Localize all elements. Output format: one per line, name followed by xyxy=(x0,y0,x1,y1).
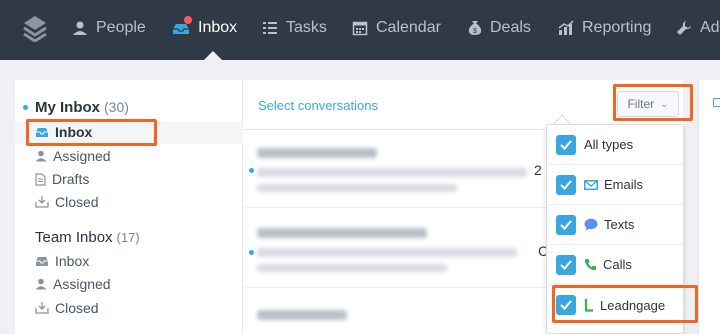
checkbox-checked[interactable] xyxy=(556,134,576,155)
checkbox-checked[interactable] xyxy=(556,214,576,235)
wrench-icon xyxy=(677,20,691,35)
nav-inbox[interactable]: Inbox xyxy=(172,0,237,55)
sidebar-item-label: Assigned xyxy=(53,276,111,292)
filter-option-texts[interactable]: Texts xyxy=(547,205,683,245)
sidebar-item-my-closed[interactable]: Closed xyxy=(35,192,99,212)
my-inbox-title: My Inbox xyxy=(35,99,101,116)
conversation-detail-pane-edge xyxy=(698,80,720,334)
closed-tray-icon xyxy=(35,302,49,314)
unread-dot xyxy=(23,105,28,110)
sidebar-item-label: Inbox xyxy=(55,253,90,269)
sidebar-item-my-assigned[interactable]: Assigned xyxy=(35,146,111,166)
unread-dot xyxy=(249,250,254,255)
nav-people[interactable]: People xyxy=(72,0,146,55)
bar-chart-icon xyxy=(558,19,574,35)
sidebar-item-label: Closed xyxy=(55,194,99,210)
nav-admin[interactable]: Ad xyxy=(676,0,720,55)
nav-admin-label: Ad xyxy=(700,18,720,36)
sidebar-item-team-assigned[interactable]: Assigned xyxy=(35,274,111,294)
person-icon xyxy=(73,21,87,35)
blurred-preview xyxy=(257,248,517,257)
document-icon xyxy=(35,172,46,186)
checkmark-icon xyxy=(560,219,572,230)
nav-deals[interactable]: $ Deals xyxy=(468,0,531,55)
blurred-sender xyxy=(257,310,347,320)
filter-option-label: Calls xyxy=(603,257,632,272)
envelope-icon xyxy=(713,98,720,107)
nav-tasks[interactable]: Tasks xyxy=(262,0,327,55)
filter-option-label: All types xyxy=(584,137,634,152)
person-icon xyxy=(35,278,47,290)
filter-option-label: Emails xyxy=(604,177,644,192)
filter-option-emails[interactable]: Emails xyxy=(547,165,683,205)
active-nav-caret xyxy=(204,51,222,60)
calendar-icon xyxy=(352,21,368,35)
sidebar-item-label: Drafts xyxy=(52,171,90,187)
filter-option-all-types[interactable]: All types xyxy=(547,125,683,165)
team-inbox-count: (17) xyxy=(116,230,140,245)
sidebar-item-label: Assigned xyxy=(53,148,111,164)
nav-calendar[interactable]: Calendar xyxy=(352,0,441,55)
blurred-sender xyxy=(257,148,377,158)
checkbox-checked[interactable] xyxy=(556,174,576,195)
sidebar-item-team-closed[interactable]: Closed xyxy=(35,298,99,318)
filter-option-calls[interactable]: Calls xyxy=(547,245,683,285)
sidebar-item-my-drafts[interactable]: Drafts xyxy=(35,169,89,189)
inbox-tray-icon xyxy=(36,257,48,266)
list-icon xyxy=(263,21,277,34)
team-inbox-heading[interactable]: Team Inbox (17) xyxy=(35,229,140,246)
speech-bubble-icon xyxy=(584,218,598,231)
my-inbox-heading[interactable]: My Inbox (30) xyxy=(35,99,129,116)
unread-dot xyxy=(249,168,254,173)
checkmark-icon xyxy=(560,179,572,190)
blurred-sender xyxy=(257,228,427,238)
blurred-preview xyxy=(257,168,527,177)
sidebar-item-label: Closed xyxy=(55,300,99,316)
blurred-preview xyxy=(257,264,447,272)
money-bag-icon: $ xyxy=(468,20,482,35)
svg-text:$: $ xyxy=(473,28,477,35)
select-conversations-link[interactable]: Select conversations xyxy=(258,98,378,113)
blurred-preview xyxy=(257,184,457,192)
checkmark-icon xyxy=(560,139,572,150)
top-navigation-bar: People Inbox Tasks Calendar $ Deals Repo… xyxy=(0,0,720,60)
closed-tray-icon xyxy=(35,196,49,208)
notification-badge xyxy=(184,16,192,24)
highlight-leadngage xyxy=(552,285,698,323)
nav-people-label: People xyxy=(96,18,146,36)
my-inbox-count: (30) xyxy=(104,99,129,115)
phone-icon xyxy=(584,259,596,271)
filter-option-label: Texts xyxy=(604,217,635,232)
nav-reporting-label: Reporting xyxy=(582,18,652,36)
nav-calendar-label: Calendar xyxy=(376,18,441,36)
nav-reporting[interactable]: Reporting xyxy=(558,0,651,55)
envelope-icon xyxy=(584,179,598,190)
app-logo-icon[interactable] xyxy=(22,14,48,42)
nav-inbox-label: Inbox xyxy=(198,18,238,36)
nav-tasks-label: Tasks xyxy=(286,18,327,36)
checkmark-icon xyxy=(560,259,572,270)
nav-deals-label: Deals xyxy=(490,18,531,36)
person-icon xyxy=(35,150,47,162)
highlight-filter xyxy=(613,84,693,121)
team-inbox-title: Team Inbox xyxy=(35,229,113,246)
conversation-peek-text: 2 xyxy=(534,162,542,178)
sidebar-item-team-inbox[interactable]: Inbox xyxy=(35,251,89,271)
checkbox-checked[interactable] xyxy=(556,254,576,275)
highlight-inbox xyxy=(26,119,157,146)
